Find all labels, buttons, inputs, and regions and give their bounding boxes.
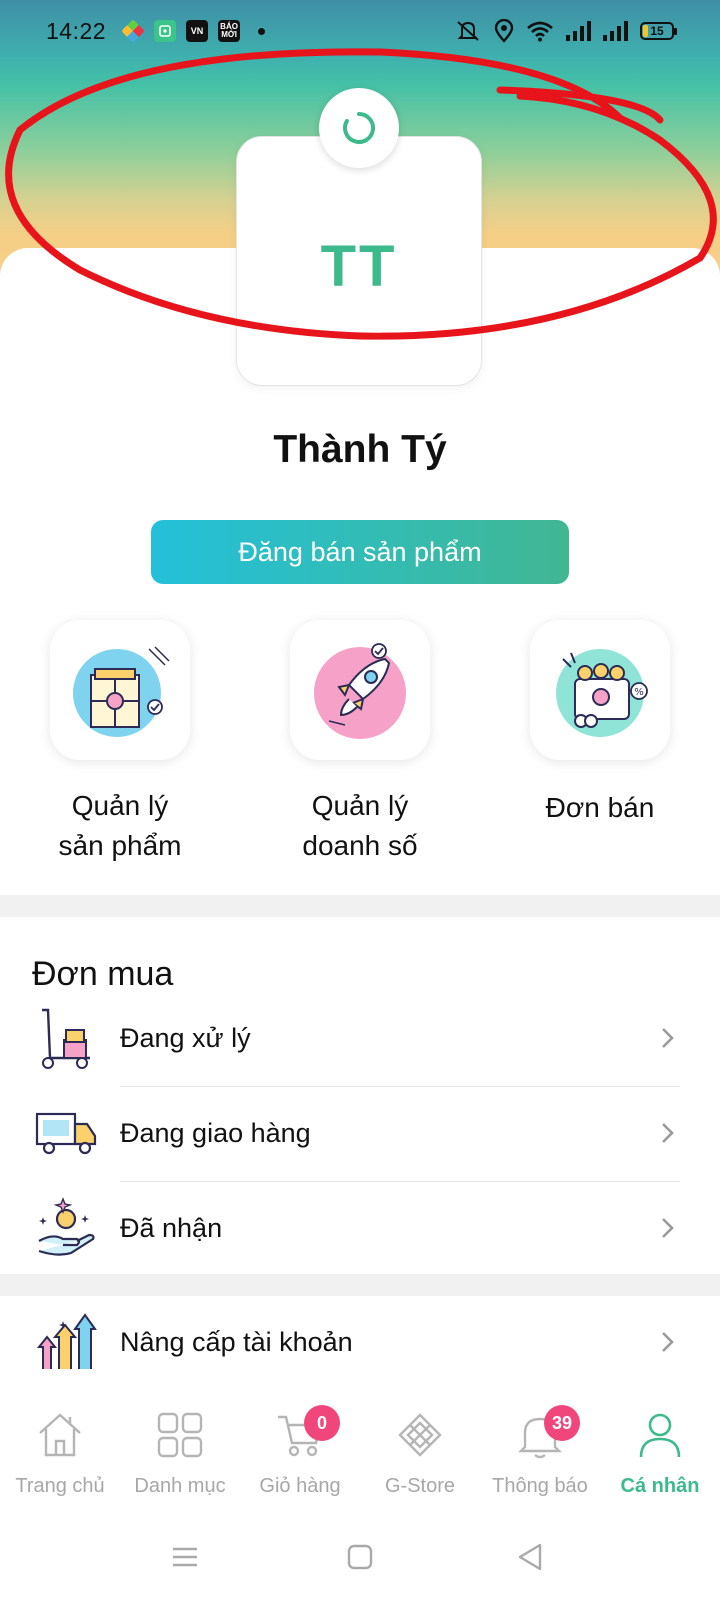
chevron-right-icon	[662, 1218, 674, 1238]
recent-apps-icon[interactable]	[160, 1532, 210, 1582]
tile-label-line1: Đơn bán	[545, 792, 655, 823]
avatar[interactable]: TT	[236, 136, 482, 386]
home-icon	[35, 1410, 85, 1460]
signal-icon	[566, 21, 591, 41]
location-icon	[494, 19, 514, 43]
section-divider	[0, 895, 720, 917]
product-management-icon	[50, 620, 190, 760]
vn-app-icon: VN	[186, 20, 209, 42]
tile-label-line2: sản phẩm	[58, 830, 182, 861]
tile-sales-orders[interactable]: % Đơn bán	[480, 620, 720, 828]
notification-app-icons: VN BÁO MỚI	[121, 19, 266, 43]
nav-label: Cá nhân	[620, 1475, 700, 1497]
chevron-right-icon	[662, 1028, 674, 1048]
rocket-sales-icon	[290, 620, 430, 760]
bao-moi-app-icon: BÁO MỚI	[218, 20, 241, 42]
menu-item-received[interactable]: Đã nhận	[0, 1180, 720, 1276]
nav-item-profile[interactable]: Cá nhân	[600, 1400, 720, 1512]
upgrade-arrows-icon	[32, 1308, 100, 1376]
notification-count-badge: 39	[544, 1405, 580, 1441]
tile-sales-management[interactable]: Quản lý doanh số	[240, 620, 480, 866]
menu-item-label: Đang xử lý	[120, 1022, 251, 1053]
nav-label: Danh mục	[134, 1475, 226, 1497]
svg-text:%: %	[634, 687, 644, 698]
delivery-truck-icon	[32, 1099, 100, 1167]
hand-truck-icon	[32, 1004, 100, 1072]
grid-icon	[155, 1410, 205, 1460]
menu-item-delivering[interactable]: Đang giao hàng	[0, 1085, 720, 1181]
signal-icon	[603, 21, 628, 41]
back-icon[interactable]	[505, 1532, 555, 1582]
green-app-icon	[154, 20, 177, 42]
nav-label: Trang chủ	[15, 1475, 105, 1497]
tile-label-line1: Quản lý	[311, 790, 409, 821]
menu-item-label: Nâng cấp tài khoản	[120, 1326, 353, 1357]
nav-label: Thông báo	[492, 1475, 588, 1497]
nav-item-categories[interactable]: Danh mục	[120, 1400, 240, 1512]
menu-item-upgrade-account[interactable]: Nâng cấp tài khoản	[0, 1302, 720, 1382]
bottom-navigation: Trang chủ Danh mục 0 Giỏ hàng G-Store 39…	[0, 1400, 720, 1512]
post-product-button[interactable]: Đăng bán sản phẩm	[151, 520, 569, 584]
purchase-orders-title: Đơn mua	[32, 955, 174, 993]
user-name: Thành Tý	[273, 428, 447, 471]
more-notifications-dot	[258, 27, 266, 35]
menu-item-label: Đang giao hàng	[120, 1117, 311, 1148]
wifi-icon	[527, 21, 553, 42]
menu-item-label: Đã nhận	[120, 1212, 223, 1243]
sales-orders-icon: %	[530, 620, 670, 760]
section-divider	[0, 1274, 720, 1296]
nav-item-home[interactable]: Trang chủ	[0, 1400, 120, 1512]
received-coin-hand-icon	[32, 1194, 100, 1262]
nav-item-notifications[interactable]: 39 Thông báo	[480, 1400, 600, 1512]
cart-count-badge: 0	[304, 1405, 340, 1441]
status-bar: 14:22 VN BÁO MỚI 15	[0, 0, 720, 62]
chevron-right-icon	[662, 1332, 674, 1352]
menu-item-processing[interactable]: Đang xử lý	[0, 990, 720, 1086]
mute-icon	[457, 21, 479, 41]
home-button-icon[interactable]	[335, 1532, 385, 1582]
loading-spinner-icon	[319, 88, 399, 168]
battery-level: 15	[650, 24, 664, 38]
avatar-initials: TT	[320, 233, 398, 299]
person-icon	[635, 1410, 685, 1460]
tile-product-management[interactable]: Quản lý sản phẩm	[0, 620, 240, 866]
battery-icon: 15	[640, 22, 677, 40]
system-navigation-bar	[0, 1512, 720, 1600]
nav-label: G-Store	[384, 1475, 456, 1497]
tile-label-line1: Quản lý	[71, 790, 169, 821]
g-store-icon	[395, 1410, 445, 1460]
colorful-app-icon	[121, 19, 145, 43]
nav-label: Giỏ hàng	[259, 1475, 341, 1497]
status-time: 14:22	[46, 17, 107, 44]
chevron-right-icon	[662, 1123, 674, 1143]
tile-label-line2: doanh số	[302, 830, 418, 861]
nav-item-cart[interactable]: 0 Giỏ hàng	[240, 1400, 360, 1512]
nav-item-g-store[interactable]: G-Store	[360, 1400, 480, 1512]
